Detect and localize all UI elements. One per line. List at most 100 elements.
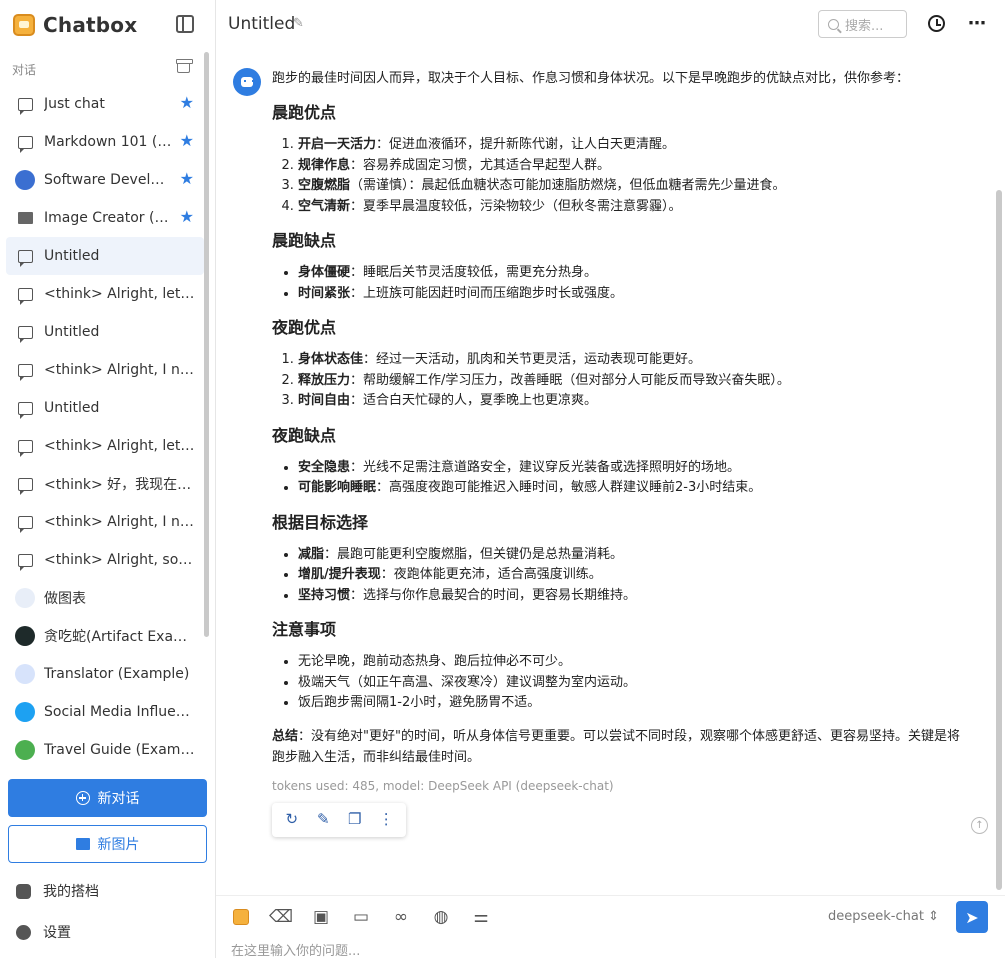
list-item-bold: 身体状态佳 bbox=[298, 352, 364, 367]
conversation-label: Image Creator (Example) bbox=[44, 210, 172, 226]
list-item: 空腹燃脂（需谨慎）：晨起低血糖状态可能加速脂肪燃烧，但低血糖者需先少量进食。 bbox=[298, 176, 962, 197]
conversation-item[interactable]: Software Developer (Example) ★ bbox=[6, 161, 204, 199]
conversation-item[interactable]: 做图表 bbox=[6, 579, 204, 617]
edit-pencil-icon[interactable]: ✎ bbox=[293, 17, 305, 30]
conversation-label: <think> 好，我现在需要 bbox=[44, 477, 196, 493]
globe-icon[interactable]: ◍ bbox=[431, 907, 451, 927]
chat-bubble-icon bbox=[15, 512, 35, 533]
list-item-bold: 身体僵硬 bbox=[298, 265, 351, 280]
new-chat-button[interactable]: 新对话 bbox=[8, 779, 207, 817]
prompt-input[interactable] bbox=[231, 942, 831, 958]
chat-bubble-icon bbox=[15, 284, 35, 305]
app-name: Chatbox bbox=[43, 13, 138, 37]
model-selector[interactable]: deepseek-chat ⇕ bbox=[828, 909, 939, 924]
conversation-item[interactable]: Image Creator (Example) ★ bbox=[6, 199, 204, 237]
header: Untitled ✎ 搜索... ⋯ bbox=[216, 0, 1005, 50]
list-item-text: 无论早晚，跑前动态热身、跑后拉伸必不可少。 bbox=[298, 654, 572, 669]
search-button[interactable]: 搜索... bbox=[818, 10, 907, 38]
model-label: deepseek-chat bbox=[828, 909, 924, 924]
conversation-item[interactable]: Just chat ★ bbox=[6, 85, 204, 123]
conversation-item[interactable]: <think> Alright, so I need bbox=[6, 541, 204, 579]
list-item-bold: 增肌/提升表现 bbox=[298, 567, 381, 582]
conversation-label: <think> Alright, lets figure bbox=[44, 438, 196, 454]
conversation-item[interactable]: Untitled bbox=[6, 389, 204, 427]
conversation-item[interactable]: <think> Alright, lets figure bbox=[6, 427, 204, 465]
regenerate-icon[interactable]: ↻ bbox=[282, 809, 302, 830]
list-item-text: ：夜跑体能更充沛，适合高强度训练。 bbox=[380, 567, 602, 582]
more-options-icon[interactable]: ⋯ bbox=[968, 13, 987, 34]
list-item: 减脂：晨跑可能更利空腹燃脂，但关键仍是总热量消耗。 bbox=[298, 545, 962, 566]
section-heading: 夜跑缺点 bbox=[272, 425, 337, 445]
conversation-item[interactable]: <think> 好，我现在需要 bbox=[6, 465, 204, 503]
folder-icon[interactable]: ▭ bbox=[351, 907, 371, 927]
conversation-label: Untitled bbox=[44, 400, 100, 416]
scroll-to-top-icon[interactable]: ↑ bbox=[971, 817, 988, 834]
star-icon[interactable]: ★ bbox=[180, 133, 194, 149]
developer-avatar-icon bbox=[15, 170, 35, 190]
conversation-item[interactable]: Markdown 101 (Example) ★ bbox=[6, 123, 204, 161]
link-icon[interactable]: ∞ bbox=[391, 907, 411, 927]
message-scrollbar[interactable] bbox=[996, 190, 1002, 890]
list-item-bold: 释放压力 bbox=[298, 372, 351, 388]
list-item-text: ：晨跑可能更利空腹燃脂，但关键仍是总热量消耗。 bbox=[324, 546, 624, 562]
conversation-item[interactable]: <think> Alright, I need to bbox=[6, 503, 204, 541]
my-copilots-item[interactable]: 我的搭档 bbox=[16, 881, 99, 901]
section-list: 身体状态佳：经过一天活动，肌肉和关节更灵活，运动表现可能更好。释放压力：帮助缓解… bbox=[272, 350, 962, 412]
composer: ⌫ ▣ ▭ ∞ ◍ ⚌ deepseek-chat ⇕ ➤ bbox=[216, 895, 1005, 958]
list-item-bold: 开启一天活力 bbox=[298, 137, 377, 152]
edit-icon[interactable]: ✎ bbox=[313, 809, 333, 830]
list-item-bold: 时间紧张 bbox=[298, 285, 351, 301]
conversation-label: <think> Alright, I need to bbox=[44, 362, 196, 378]
conversation-item[interactable]: Social Media Influencer (Example) bbox=[6, 693, 204, 731]
list-item: 身体状态佳：经过一天活动，肌肉和关节更灵活，运动表现可能更好。 bbox=[298, 350, 962, 371]
conversation-item[interactable]: 贪吃蛇(Artifact Example) bbox=[6, 617, 204, 655]
settings-sliders-icon[interactable]: ⚌ bbox=[471, 907, 491, 927]
star-icon[interactable]: ★ bbox=[180, 171, 194, 187]
send-button[interactable]: ➤ bbox=[956, 901, 988, 933]
star-icon[interactable]: ★ bbox=[180, 209, 194, 225]
conversation-item[interactable]: Untitled bbox=[6, 237, 204, 275]
copy-icon[interactable]: ❐ bbox=[345, 809, 365, 830]
section-list: 开启一天活力：促进血液循环，提升新陈代谢，让人白天更清醒。规律作息：容易养成固定… bbox=[272, 135, 962, 217]
history-icon[interactable] bbox=[928, 15, 945, 32]
list-item-text: 极端天气（如正午高温、深夜寒冷）建议调整为室内运动。 bbox=[298, 674, 637, 690]
chatbox-logo-icon bbox=[13, 14, 35, 36]
more-vertical-icon[interactable]: ⋮ bbox=[376, 809, 396, 830]
send-icon: ➤ bbox=[965, 907, 979, 927]
new-image-label: 新图片 bbox=[97, 837, 140, 853]
collapse-sidebar-icon[interactable] bbox=[176, 15, 194, 33]
chat-bubble-icon bbox=[15, 436, 35, 457]
list-item-text: 饭后跑步需间隔1-2小时，避免肠胃不适。 bbox=[298, 695, 541, 710]
section-list: 减脂：晨跑可能更利空腹燃脂，但关键仍是总热量消耗。增肌/提升表现：夜跑体能更充沛… bbox=[272, 545, 962, 607]
list-item-bold: 安全隐患 bbox=[298, 459, 351, 475]
image-upload-icon[interactable]: ▣ bbox=[311, 907, 331, 927]
conversation-item[interactable]: <think> Alright, I need to bbox=[6, 351, 204, 389]
conversation-item[interactable]: Translator (Example) bbox=[6, 655, 204, 693]
my-copilots-label: 我的搭档 bbox=[43, 884, 99, 900]
message-toolbar: ↻ ✎ ❐ ⋮ bbox=[272, 803, 406, 837]
chat-bubble-icon bbox=[15, 322, 35, 343]
chart-avatar-icon bbox=[15, 588, 35, 608]
snake-avatar-icon bbox=[15, 626, 35, 646]
chat-bubble-icon bbox=[15, 246, 35, 267]
message-intro: 跑步的最佳时间因人而异，取决于个人目标、作息习惯和身体状况。以下是早晚跑步的优缺… bbox=[272, 71, 910, 86]
twitter-avatar-icon bbox=[15, 702, 35, 722]
star-icon[interactable]: ★ bbox=[180, 95, 194, 111]
archive-icon[interactable] bbox=[176, 59, 193, 73]
conversation-item[interactable]: Untitled bbox=[6, 313, 204, 351]
conversation-item[interactable]: Travel Guide (Example) bbox=[6, 731, 204, 769]
summary-bold: 总结 bbox=[272, 728, 299, 744]
list-item: 释放压力：帮助缓解工作/学习压力，改善睡眠（但对部分人可能反而导致兴奋失眠）。 bbox=[298, 371, 962, 392]
list-item-text: ：帮助缓解工作/学习压力，改善睡眠（但对部分人可能反而导致兴奋失眠）。 bbox=[350, 372, 790, 388]
sidebar-scrollbar[interactable] bbox=[204, 52, 209, 637]
eraser-icon[interactable]: ⌫ bbox=[269, 907, 293, 927]
search-icon bbox=[828, 18, 839, 30]
list-item-text: ：夏季早晨温度较低，污染物较少（但秋冬需注意雾霾）。 bbox=[350, 198, 682, 214]
copilot-picker-icon[interactable] bbox=[231, 907, 251, 927]
message-area: 跑步的最佳时间因人而异，取决于个人目标、作息习惯和身体状况。以下是早晚跑步的优缺… bbox=[216, 50, 995, 895]
list-item-text: ：光线不足需注意道路安全，建议穿反光装备或选择照明好的场地。 bbox=[350, 459, 741, 475]
new-image-button[interactable]: 新图片 bbox=[8, 825, 207, 863]
settings-item[interactable]: 设置 bbox=[16, 922, 71, 942]
list-item: 身体僵硬：睡眠后关节灵活度较低，需更充分热身。 bbox=[298, 263, 962, 284]
conversation-item[interactable]: <think> Alright, lets tackle bbox=[6, 275, 204, 313]
